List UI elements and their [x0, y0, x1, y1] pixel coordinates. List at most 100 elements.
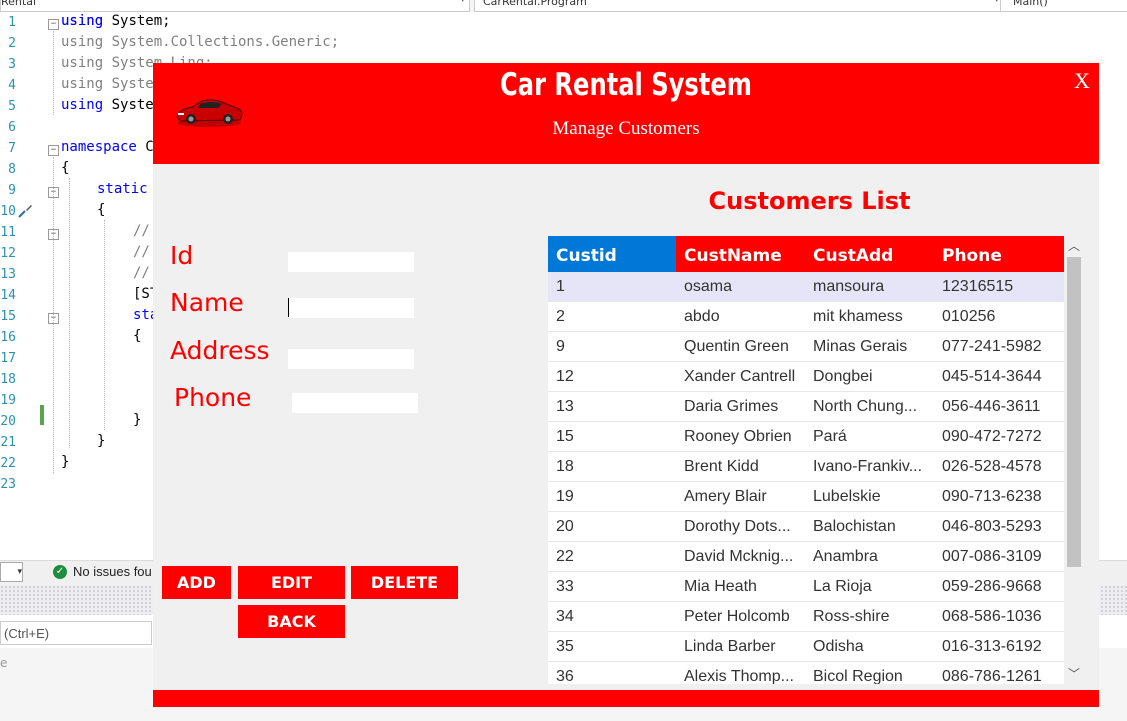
column-header-custid[interactable]: Custid	[548, 236, 676, 272]
add-button[interactable]: ADD	[162, 566, 231, 599]
table-cell[interactable]: abdo	[676, 302, 805, 332]
table-cell[interactable]: mit khamess	[805, 302, 934, 332]
table-row[interactable]: 9 Quentin Green Minas Gerais 077-241-5982	[548, 332, 1064, 362]
id-field[interactable]	[288, 252, 414, 272]
table-cell[interactable]: 1	[548, 272, 676, 302]
table-cell[interactable]: 007-086-3109	[934, 542, 1064, 572]
table-cell[interactable]: 35	[548, 632, 676, 662]
column-header-custadd[interactable]: CustAdd	[805, 236, 934, 272]
scrollbar-thumb[interactable]	[1067, 257, 1081, 567]
table-cell[interactable]: Mia Heath	[676, 572, 805, 602]
table-cell[interactable]: Alexis Thomp...	[676, 662, 805, 684]
table-row[interactable]: 2 abdo mit khamess 010256	[548, 302, 1064, 332]
line-number: 7	[8, 141, 16, 156]
table-cell[interactable]: Rooney Obrien	[676, 422, 805, 452]
table-cell[interactable]: 026-528-4578	[934, 452, 1064, 482]
table-cell[interactable]: 077-241-5982	[934, 332, 1064, 362]
table-row[interactable]: 12 Xander Cantrell Dongbei 045-514-3644	[548, 362, 1064, 392]
back-button[interactable]: BACK	[238, 605, 345, 638]
table-cell[interactable]: 22	[548, 542, 676, 572]
class-dropdown[interactable]: CarRental.Program ▾	[474, 0, 1004, 12]
table-cell[interactable]: 12	[548, 362, 676, 392]
table-cell[interactable]: Daria Grimes	[676, 392, 805, 422]
table-cell[interactable]: 15	[548, 422, 676, 452]
table-row[interactable]: 36 Alexis Thomp... Bicol Region 086-786-126…	[548, 662, 1064, 684]
table-cell[interactable]: Dongbei	[805, 362, 934, 392]
table-row[interactable]: 35 Linda Barber Odisha 016-313-6192	[548, 632, 1064, 662]
grid-scrollbar[interactable]: ︿ ﹀	[1064, 236, 1084, 684]
project-dropdown[interactable]: Rental ▾	[0, 0, 470, 12]
brush-icon	[18, 205, 32, 218]
table-cell[interactable]: Peter Holcomb	[676, 602, 805, 632]
customers-grid[interactable]: Custid CustName CustAdd Phone 1 osama mans…	[548, 236, 1064, 684]
zoom-dropdown[interactable]: ▾	[0, 562, 23, 582]
table-cell[interactable]: Dorothy Dots...	[676, 512, 805, 542]
chevron-up-icon[interactable]: ︿	[1064, 236, 1084, 256]
table-row[interactable]: 19 Amery Blair Lubelskie 090-713-6238	[548, 482, 1064, 512]
table-cell[interactable]: 34	[548, 602, 676, 632]
table-cell[interactable]: David Mcknig...	[676, 542, 805, 572]
table-cell[interactable]: 2	[548, 302, 676, 332]
table-cell[interactable]: 045-514-3644	[934, 362, 1064, 392]
table-cell[interactable]: 13	[548, 392, 676, 422]
fold-toggle-icon[interactable]: −	[48, 145, 59, 156]
table-cell[interactable]: Balochistan	[805, 512, 934, 542]
table-cell[interactable]: 046-803-5293	[934, 512, 1064, 542]
address-field[interactable]	[288, 349, 414, 369]
delete-button[interactable]: DELETE	[351, 566, 458, 599]
member-dropdown[interactable]: Main()	[1000, 0, 1127, 12]
table-cell[interactable]: Brent Kidd	[676, 452, 805, 482]
close-button[interactable]: X	[1074, 68, 1090, 94]
column-header-custname[interactable]: CustName	[676, 236, 805, 272]
table-cell[interactable]: mansoura	[805, 272, 934, 302]
table-cell[interactable]: Ivano-Frankiv...	[805, 452, 934, 482]
edit-button[interactable]: EDIT	[238, 566, 345, 599]
table-row[interactable]: 20 Dorothy Dots... Balochistan 046-803-5293	[548, 512, 1064, 542]
table-cell[interactable]: 016-313-6192	[934, 632, 1064, 662]
table-cell[interactable]: 090-472-7272	[934, 422, 1064, 452]
table-cell[interactable]: Anambra	[805, 542, 934, 572]
table-row[interactable]: 18 Brent Kidd Ivano-Frankiv... 026-528-4578	[548, 452, 1064, 482]
table-cell[interactable]: 056-446-3611	[934, 392, 1064, 422]
table-cell[interactable]: 090-713-6238	[934, 482, 1064, 512]
table-row[interactable]: 15 Rooney Obrien Pará 090-472-7272	[548, 422, 1064, 452]
table-cell[interactable]: 086-786-1261	[934, 662, 1064, 684]
name-field[interactable]	[288, 298, 414, 318]
table-cell[interactable]: 20	[548, 512, 676, 542]
table-cell[interactable]: 010256	[934, 302, 1064, 332]
table-cell[interactable]: 068-586-1036	[934, 602, 1064, 632]
table-cell[interactable]: Xander Cantrell	[676, 362, 805, 392]
table-cell[interactable]: Quentin Green	[676, 332, 805, 362]
table-cell[interactable]: 059-286-9668	[934, 572, 1064, 602]
table-cell[interactable]: Amery Blair	[676, 482, 805, 512]
table-cell[interactable]: Pará	[805, 422, 934, 452]
table-row[interactable]: 1 osama mansoura 12316515	[548, 272, 1064, 302]
table-cell[interactable]: Bicol Region	[805, 662, 934, 684]
search-input[interactable]: (Ctrl+E)	[0, 621, 152, 645]
table-row[interactable]: 33 Mia Heath La Rioja 059-286-9668	[548, 572, 1064, 602]
table-cell[interactable]: 9	[548, 332, 676, 362]
table-cell[interactable]: Minas Gerais	[805, 332, 934, 362]
table-cell[interactable]: 18	[548, 452, 676, 482]
table-row[interactable]: 13 Daria Grimes North Chung... 056-446-3611	[548, 392, 1064, 422]
table-cell[interactable]: 19	[548, 482, 676, 512]
code-line: {	[97, 202, 106, 218]
table-cell[interactable]: North Chung...	[805, 392, 934, 422]
table-cell[interactable]: 36	[548, 662, 676, 684]
table-cell[interactable]: 12316515	[934, 272, 1064, 302]
id-label: Id	[170, 241, 194, 270]
line-number: 13	[0, 267, 16, 282]
phone-field[interactable]	[292, 393, 418, 413]
table-row[interactable]: 22 David Mcknig... Anambra 007-086-3109	[548, 542, 1064, 572]
fold-toggle-icon[interactable]: −	[48, 19, 59, 30]
table-cell[interactable]: La Rioja	[805, 572, 934, 602]
table-cell[interactable]: Odisha	[805, 632, 934, 662]
chevron-down-icon[interactable]: ﹀	[1064, 664, 1084, 684]
table-cell[interactable]: Lubelskie	[805, 482, 934, 512]
table-cell[interactable]: osama	[676, 272, 805, 302]
table-row[interactable]: 34 Peter Holcomb Ross-shire 068-586-1036	[548, 602, 1064, 632]
table-cell[interactable]: Linda Barber	[676, 632, 805, 662]
column-header-phone[interactable]: Phone	[934, 236, 1064, 272]
table-cell[interactable]: 33	[548, 572, 676, 602]
table-cell[interactable]: Ross-shire	[805, 602, 934, 632]
